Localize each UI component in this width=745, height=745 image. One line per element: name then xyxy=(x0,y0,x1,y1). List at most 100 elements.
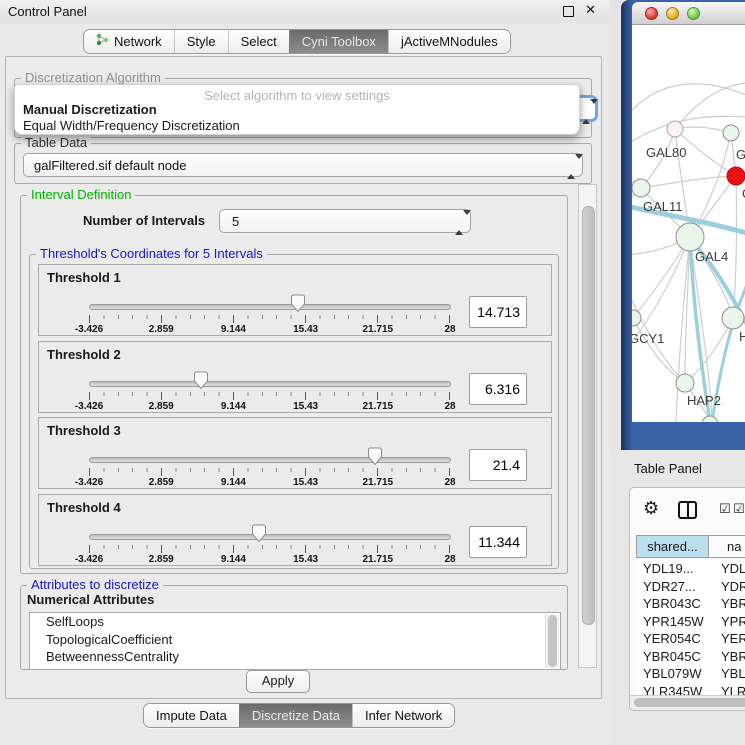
threshold-3-value-field[interactable] xyxy=(469,449,527,481)
control-panel-tabs: Network Style Select Cyni Toolbox jActiv… xyxy=(83,29,511,54)
thresholds-group: Threshold's Coordinates for 5 Intervals … xyxy=(29,254,559,569)
tab-infer-network[interactable]: Infer Network xyxy=(352,704,454,727)
scrollbar-thumb[interactable] xyxy=(548,615,557,667)
dropdown-option-manual-discretization[interactable]: Manual Discretization xyxy=(23,102,157,117)
table-data-group: Table Data galFiltered.sif default node xyxy=(14,143,592,184)
table-row[interactable]: YDL19...YDL1 xyxy=(636,560,745,578)
svg-text:GCY1: GCY1 xyxy=(632,331,664,346)
close-icon[interactable]: ✕ xyxy=(585,3,596,18)
table-row[interactable]: YER054CYER0 xyxy=(636,630,745,648)
window-title: Control Panel xyxy=(8,4,87,19)
table-row[interactable]: YBR045CYBR0 xyxy=(636,648,745,666)
minimize-traffic-light-icon[interactable] xyxy=(666,7,679,20)
cyni-mode-tabs: Impute Data Discretize Data Infer Networ… xyxy=(143,703,455,728)
table-row[interactable]: YDR27...YDR2 xyxy=(636,578,745,596)
apply-button[interactable]: Apply xyxy=(246,670,310,693)
control-panel-window: Control Panel ✕ Network Style Select Cyn… xyxy=(0,0,610,745)
slider-tick-labels: -3.426 2.859 9.144 15.43 21.715 28 xyxy=(89,324,450,336)
slider-tick-labels: -3.426 2.859 9.144 15.43 21.715 28 xyxy=(89,477,450,489)
list-item[interactable]: TopologicalCoefficient xyxy=(30,631,560,649)
node-h[interactable] xyxy=(722,307,744,329)
table-row[interactable]: YPR145WYPR1 xyxy=(636,613,745,631)
table-body: YDL19...YDL1 YDR27...YDR2 YBR043CYBR0 YP… xyxy=(636,560,745,696)
threshold-label: Threshold 1 xyxy=(47,270,121,285)
table-row[interactable]: YBL079WYBL0 xyxy=(636,665,745,683)
tab-network[interactable]: Network xyxy=(84,30,174,53)
slider-track[interactable] xyxy=(89,381,451,387)
interval-definition-group: Interval Definition Number of Intervals … xyxy=(20,195,568,574)
split-columns-icon[interactable] xyxy=(678,501,697,519)
zoom-traffic-light-icon[interactable] xyxy=(687,7,700,20)
list-item[interactable]: BetweennessCentrality xyxy=(30,648,560,666)
table-header: shared... na xyxy=(636,535,745,558)
scrollbar-thumb[interactable] xyxy=(582,206,595,625)
number-of-intervals-combobox[interactable]: 5 xyxy=(219,209,471,233)
list-scrollbar[interactable] xyxy=(545,614,559,668)
node-gcy1[interactable] xyxy=(632,310,641,326)
slider-track[interactable] xyxy=(89,304,451,310)
tab-label: Network xyxy=(114,31,162,53)
group-title: Threshold's Coordinates for 5 Intervals xyxy=(36,246,267,261)
slider-track[interactable] xyxy=(89,457,451,463)
slider-tick-labels: -3.426 2.859 9.144 15.43 21.715 28 xyxy=(89,554,450,566)
threshold-label: Threshold 2 xyxy=(47,347,121,362)
list-item[interactable]: SelfLoops xyxy=(30,613,560,631)
node-gal80[interactable] xyxy=(667,121,683,137)
slider-track[interactable] xyxy=(89,534,451,540)
scrollbar-thumb[interactable] xyxy=(634,698,745,707)
stepper-icon xyxy=(582,104,590,119)
attributes-group: Attributes to discretize Numerical Attri… xyxy=(20,585,568,670)
network-icon xyxy=(96,31,109,53)
threshold-1-value-field[interactable] xyxy=(469,296,527,328)
slider-handle[interactable] xyxy=(252,524,267,543)
slider-handle[interactable] xyxy=(194,371,209,390)
network-window-titlebar xyxy=(632,2,745,25)
threshold-3-panel: Threshold 3 -3.426 2.859 9.144 15.43 xyxy=(38,417,552,489)
slider-handle[interactable] xyxy=(290,294,305,313)
column-header-name[interactable]: na xyxy=(709,535,745,558)
content-scrollbar[interactable] xyxy=(578,184,597,668)
control-panel-titlebar: Control Panel ✕ xyxy=(0,0,610,22)
threshold-4-value-field[interactable] xyxy=(469,526,527,558)
svg-text:GAL11: GAL11 xyxy=(643,199,683,214)
float-window-icon[interactable] xyxy=(563,6,574,17)
tab-discretize-data[interactable]: Discretize Data xyxy=(239,704,352,727)
checkbox-icon[interactable]: ☑ xyxy=(733,502,745,517)
network-canvas[interactable]: GAL80 GA C GAL11 GAL4 GCY1 H HAP2 xyxy=(632,25,745,422)
gear-icon[interactable]: ⚙ xyxy=(643,498,659,519)
svg-text:H: H xyxy=(739,329,745,344)
numerical-attributes-label: Numerical Attributes xyxy=(27,592,154,607)
group-title: Table Data xyxy=(21,135,91,150)
tab-impute-data[interactable]: Impute Data xyxy=(144,704,239,727)
table-data-combobox[interactable]: galFiltered.sif default node xyxy=(23,153,583,177)
group-title: Attributes to discretize xyxy=(27,577,163,592)
stepper-icon xyxy=(455,215,463,230)
node-bottom-partial[interactable] xyxy=(702,416,718,422)
node-top-right[interactable] xyxy=(723,125,739,141)
table-horizontal-scrollbar[interactable] xyxy=(630,695,745,710)
column-header-shared-name[interactable]: shared... xyxy=(636,535,709,558)
threshold-2-panel: Threshold 2 -3.426 2.859 9.144 15.43 xyxy=(38,341,552,413)
close-traffic-light-icon[interactable] xyxy=(645,7,658,20)
combobox-value: galFiltered.sif default node xyxy=(34,158,186,173)
network-view-window: GAL80 GA C GAL11 GAL4 GCY1 H HAP2 xyxy=(621,0,745,450)
tab-jactivemnodules[interactable]: jActiveMNodules xyxy=(388,30,510,53)
svg-text:GAL4: GAL4 xyxy=(695,249,728,264)
tab-select[interactable]: Select xyxy=(228,30,289,53)
table-panel: ⚙ ☑ ☑ shared... na YDL19...YDL1 YDR27...… xyxy=(629,487,745,711)
tab-style[interactable]: Style xyxy=(174,30,228,53)
node-selected-red[interactable] xyxy=(727,167,745,185)
node-gal4[interactable] xyxy=(676,223,704,251)
dropdown-option-equal-width-frequency[interactable]: Equal Width/Frequency Discretization xyxy=(23,118,240,133)
threshold-2-value-field[interactable] xyxy=(469,373,527,405)
node-gal11[interactable] xyxy=(632,179,650,197)
numerical-attributes-list[interactable]: SelfLoops TopologicalCoefficient Between… xyxy=(29,612,561,670)
threshold-label: Threshold 4 xyxy=(47,500,121,515)
table-row[interactable]: YBR043CYBR0 xyxy=(636,595,745,613)
tab-cyni-toolbox[interactable]: Cyni Toolbox xyxy=(289,30,388,53)
node-hap2[interactable] xyxy=(676,374,694,392)
svg-text:GA: GA xyxy=(736,147,745,162)
slider-handle[interactable] xyxy=(367,447,382,466)
checkbox-icon[interactable]: ☑ xyxy=(719,502,731,517)
table-row[interactable]: YLR345WYLR3 xyxy=(636,683,745,697)
